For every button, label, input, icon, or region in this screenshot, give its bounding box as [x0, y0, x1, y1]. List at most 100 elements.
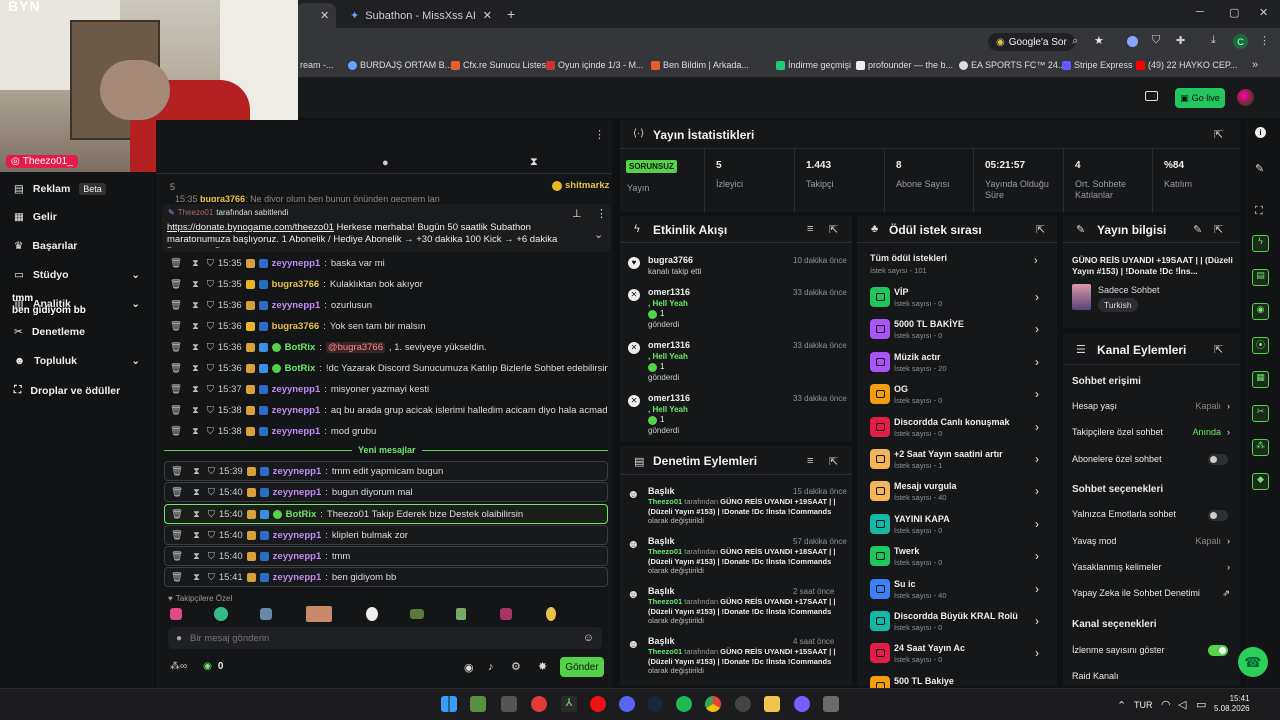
emote-icon[interactable] [546, 607, 556, 621]
message-username[interactable]: BotRix [285, 363, 316, 374]
nav-item-basarilar[interactable]: ♛ Başarılar [14, 240, 77, 252]
trash-icon[interactable]: 🗑 [171, 509, 183, 520]
profile-avatar[interactable]: C [1233, 34, 1248, 49]
trash-icon[interactable]: 🗑 [170, 384, 182, 395]
star-icon[interactable]: ★ [1094, 34, 1104, 47]
trash-icon[interactable]: 🗑 [171, 487, 183, 498]
pencil-icon[interactable]: ✎ [1255, 162, 1264, 175]
chat-message[interactable]: 🗑 ⧗ ⛉ 15:40 zeyynepp1: tmm [164, 546, 608, 566]
wrench-icon[interactable]: ✂ [1252, 405, 1269, 422]
bookmark[interactable]: EA SPORTS FC™ 24... [959, 60, 1065, 70]
chat-message[interactable]: 🗑 ⧗ ⛉ 15:38 zeyynepp1: mod grubu [164, 421, 608, 441]
menu-icon[interactable]: ⋮ [1259, 34, 1270, 47]
message-username[interactable]: zeyynepp1 [273, 572, 322, 583]
users-icon[interactable]: ⁂∞ [170, 661, 187, 672]
shield-icon[interactable]: ⛉ [207, 300, 214, 311]
shield-icon[interactable]: ⛉ [207, 363, 214, 374]
bookmark[interactable]: BURDAJŞ ORTAM B... [348, 60, 452, 70]
activity-user[interactable]: omer1316 [648, 393, 690, 403]
shield-icon[interactable]: ⛉ [208, 487, 215, 498]
hourglass-icon[interactable]: ⧗ [193, 572, 200, 583]
hourglass-icon[interactable]: ⧗ [192, 363, 199, 374]
shield-icon[interactable]: ⛉ [208, 509, 215, 520]
close-icon[interactable]: ✕ [483, 9, 492, 22]
app-icon[interactable] [823, 696, 839, 712]
hourglass-icon[interactable]: ⧗ [192, 384, 199, 395]
shield-icon[interactable]: ⛉ [207, 405, 214, 416]
trash-icon[interactable]: 🗑 [170, 258, 182, 269]
message-username[interactable]: BotRix [285, 342, 316, 353]
zoom-icon[interactable]: ⌕ [1072, 35, 1078, 48]
puzzle-icon[interactable]: ✚ [1176, 34, 1185, 47]
chat-message[interactable]: 🗑 ⧗ ⛉ 15:40 zeyynepp1: bugun diyorum mal [164, 482, 608, 502]
chat-message-field[interactable] [190, 632, 575, 644]
hourglass-icon[interactable]: ⧗ [530, 156, 538, 169]
chat-message[interactable]: 🗑 ⧗ ⛉ 15:36 BotRix: @bugra3766 , 1. seviyeye y… [164, 337, 608, 357]
account-age-row[interactable]: Hesap yaşı Kapalı › [1072, 401, 1230, 411]
emote-icon[interactable] [170, 608, 182, 620]
nav-item-topluluk[interactable]: ☻ Topluluk ⌄ [14, 355, 140, 367]
app-icon[interactable]: ⅄ [561, 696, 577, 712]
support-fab[interactable]: ☎ [1238, 647, 1268, 677]
shield-icon[interactable]: ⛉ [207, 279, 214, 290]
broadcast-icon[interactable]: ⦿ [1252, 337, 1269, 354]
tag-icon[interactable]: ◆ [1252, 473, 1269, 490]
user-avatar[interactable] [1237, 89, 1254, 106]
steam-alt-icon[interactable] [501, 696, 517, 712]
bookmark[interactable]: Oyun içinde 1/3 - M... [546, 60, 644, 70]
browser-tab[interactable]: ✦ Subathon - MissXss AI Bot Syst ✕ [340, 3, 502, 28]
tray-chevron-icon[interactable]: ⌃ [1117, 699, 1126, 712]
minimize-button[interactable]: ─ [1196, 6, 1204, 18]
maximize-button[interactable]: ▢ [1229, 6, 1239, 19]
emote-icon[interactable] [410, 609, 424, 619]
hourglass-icon[interactable]: ⧗ [193, 551, 200, 562]
chat-icon-button[interactable]: ◉ [464, 661, 474, 674]
shield-icon[interactable]: ⛉ [207, 321, 214, 332]
popout-icon[interactable]: ⇱ [1214, 128, 1223, 141]
info-icon[interactable]: i [1255, 127, 1266, 138]
activity-user[interactable]: bugra3766 [648, 255, 693, 265]
hourglass-icon[interactable]: ⧗ [192, 300, 199, 311]
bookmark[interactable]: ream -... [300, 60, 334, 70]
browser-tab-active[interactable]: ✕ [296, 3, 336, 28]
filter-icon[interactable]: ≡ [807, 455, 813, 467]
camera-icon[interactable] [1145, 91, 1158, 101]
chat-message[interactable]: 🗑 ⧗ ⛉ 15:36 BotRix: !dc Yazarak Discord Sunuc… [164, 358, 608, 378]
chat-message[interactable]: 🗑 ⧗ ⛉ 15:37 zeyynepp1: misyoner yazmayi kesti [164, 379, 608, 399]
message-username[interactable]: zeyynepp1 [272, 258, 321, 269]
emote-icon[interactable] [456, 608, 466, 620]
filter-icon[interactable]: ≡ [807, 223, 813, 235]
popout-icon[interactable]: ⇱ [1214, 223, 1223, 236]
message-username[interactable]: bugra3766 [272, 321, 320, 332]
message-username[interactable]: zeyynepp1 [272, 426, 321, 437]
trash-icon[interactable]: 🗑 [171, 551, 183, 562]
hourglass-icon[interactable]: ⧗ [192, 342, 199, 353]
trash-icon[interactable]: 🗑 [170, 279, 182, 290]
youtube-icon[interactable] [590, 696, 606, 712]
app-icon[interactable] [794, 696, 810, 712]
emote-icon[interactable] [214, 607, 228, 621]
hourglass-icon[interactable]: ⧗ [192, 321, 199, 332]
pinned-menu-icon[interactable]: ⋮ [596, 207, 607, 220]
emoji-icon[interactable]: ☺ [583, 632, 594, 644]
emote-icon[interactable] [500, 608, 512, 620]
ask-google-button[interactable]: ◉ Google'a Sor [988, 33, 1075, 51]
new-tab-button[interactable]: + [507, 6, 515, 22]
language-indicator[interactable]: TUR [1134, 700, 1153, 710]
message-username[interactable]: zeyynepp1 [273, 530, 322, 541]
trash-icon[interactable]: 🗑 [171, 572, 183, 583]
followers-chat-row[interactable]: Takipçilere özel sohbet Anında › [1072, 427, 1230, 437]
app-icon[interactable] [531, 696, 547, 712]
trash-icon[interactable]: 🗑 [170, 300, 182, 311]
activity-user[interactable]: omer1316 [648, 340, 690, 350]
extension-icon[interactable] [1127, 36, 1138, 47]
hourglass-icon[interactable]: ⧗ [193, 509, 200, 520]
trash-icon[interactable]: 🗑 [170, 405, 182, 416]
popout-icon[interactable]: ⇱ [829, 223, 838, 236]
chrome-icon[interactable] [705, 696, 721, 712]
fullscreen-icon[interactable]: ⛶ [1255, 205, 1263, 218]
mention[interactable]: @bugra3766 [325, 341, 385, 353]
ai-mod-row[interactable]: Yapay Zeka ile Sohbet Denetimi ⇗ [1072, 588, 1230, 599]
wifi-icon[interactable]: ◠ [1161, 698, 1171, 711]
hourglass-icon[interactable]: ⧗ [193, 530, 200, 541]
